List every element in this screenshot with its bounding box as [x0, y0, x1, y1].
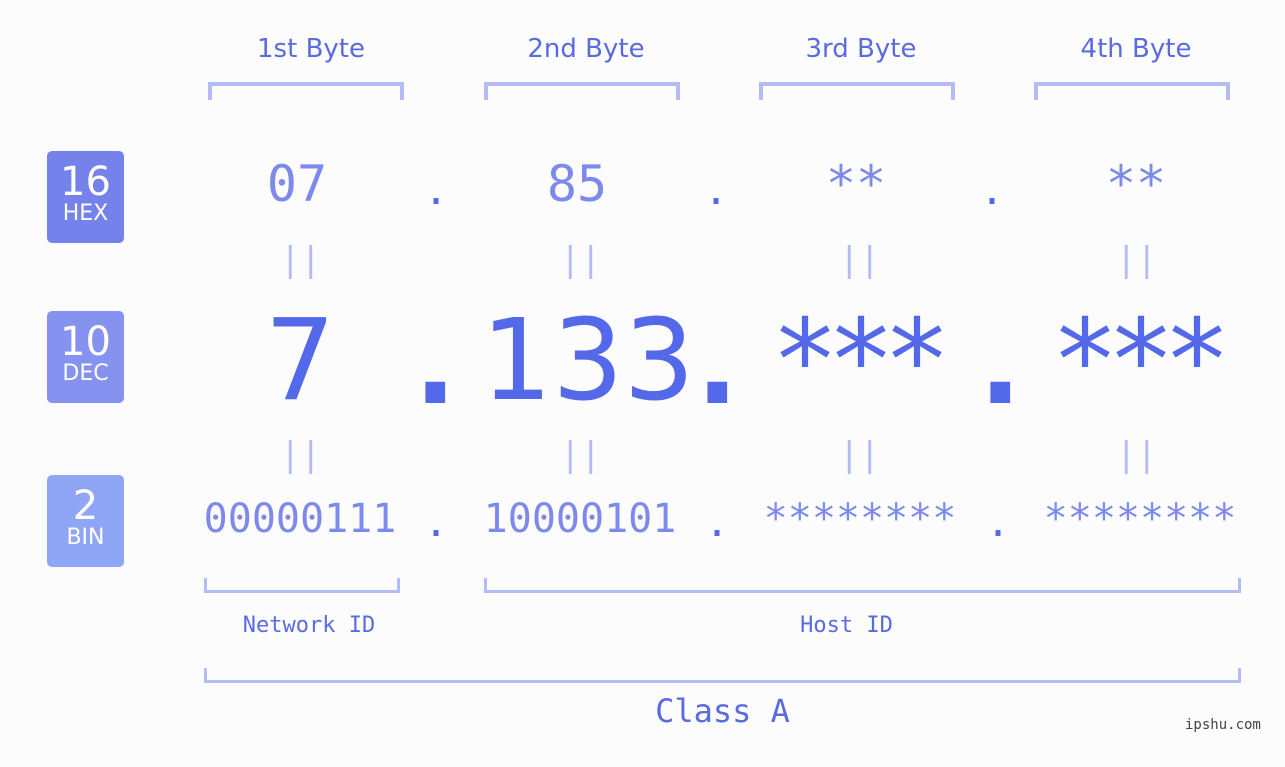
dec-badge: 10 DEC: [47, 311, 124, 403]
class-label: Class A: [655, 692, 790, 730]
bin-dot-3: .: [986, 500, 1011, 546]
hex-badge: 16 HEX: [47, 151, 124, 243]
hex-dot-3: .: [980, 168, 1005, 214]
dec-badge-label: DEC: [62, 361, 109, 386]
equals-icon: ||: [560, 240, 601, 280]
dec-byte-1: 7: [264, 296, 336, 426]
equals-icon: ||: [1116, 435, 1157, 475]
dec-dot-3: .: [979, 300, 1022, 430]
dec-dot-2: .: [696, 300, 739, 430]
dec-dot-1: .: [414, 300, 457, 430]
hex-dot-2: .: [704, 168, 729, 214]
byte-header-2: 2nd Byte: [527, 34, 645, 64]
hex-byte-4: **: [1105, 155, 1167, 213]
byte-header-4: 4th Byte: [1080, 34, 1192, 64]
network-id-bracket: [204, 578, 400, 593]
equals-icon: ||: [280, 240, 321, 280]
hex-badge-number: 16: [60, 159, 111, 205]
bin-badge-label: BIN: [66, 525, 105, 550]
watermark: ipshu.com: [1185, 717, 1261, 733]
class-bracket: [204, 668, 1241, 683]
bracket-byte-1: [208, 82, 404, 100]
hex-badge-label: HEX: [62, 201, 109, 226]
hex-byte-1: 07: [266, 155, 328, 213]
bracket-byte-4: [1034, 82, 1230, 100]
equals-icon: ||: [560, 435, 601, 475]
equals-icon: ||: [839, 435, 880, 475]
equals-icon: ||: [1116, 240, 1157, 280]
bracket-byte-2: [484, 82, 680, 100]
bin-badge-number: 2: [72, 483, 99, 529]
hex-dot-1: .: [424, 168, 449, 214]
bin-byte-4: ********: [1043, 496, 1237, 542]
byte-header-1: 1st Byte: [257, 34, 365, 64]
bin-dot-1: .: [424, 500, 449, 546]
dec-byte-3: ***: [777, 296, 945, 426]
equals-icon: ||: [839, 240, 880, 280]
bin-byte-3: ********: [763, 496, 957, 542]
equals-icon: ||: [280, 435, 321, 475]
dec-badge-number: 10: [60, 319, 111, 365]
host-id-label: Host ID: [800, 613, 893, 638]
network-id-label: Network ID: [242, 613, 376, 638]
bin-badge: 2 BIN: [47, 475, 124, 567]
dec-byte-2: 133: [481, 296, 695, 426]
hex-byte-2: 85: [546, 155, 608, 213]
dec-byte-4: ***: [1057, 296, 1225, 426]
bin-byte-2: 10000101: [483, 496, 677, 542]
bin-dot-2: .: [705, 500, 730, 546]
bin-byte-1: 00000111: [203, 496, 397, 542]
host-id-bracket: [484, 578, 1241, 593]
bracket-byte-3: [759, 82, 955, 100]
hex-byte-3: **: [825, 155, 887, 213]
byte-header-3: 3rd Byte: [805, 34, 917, 64]
